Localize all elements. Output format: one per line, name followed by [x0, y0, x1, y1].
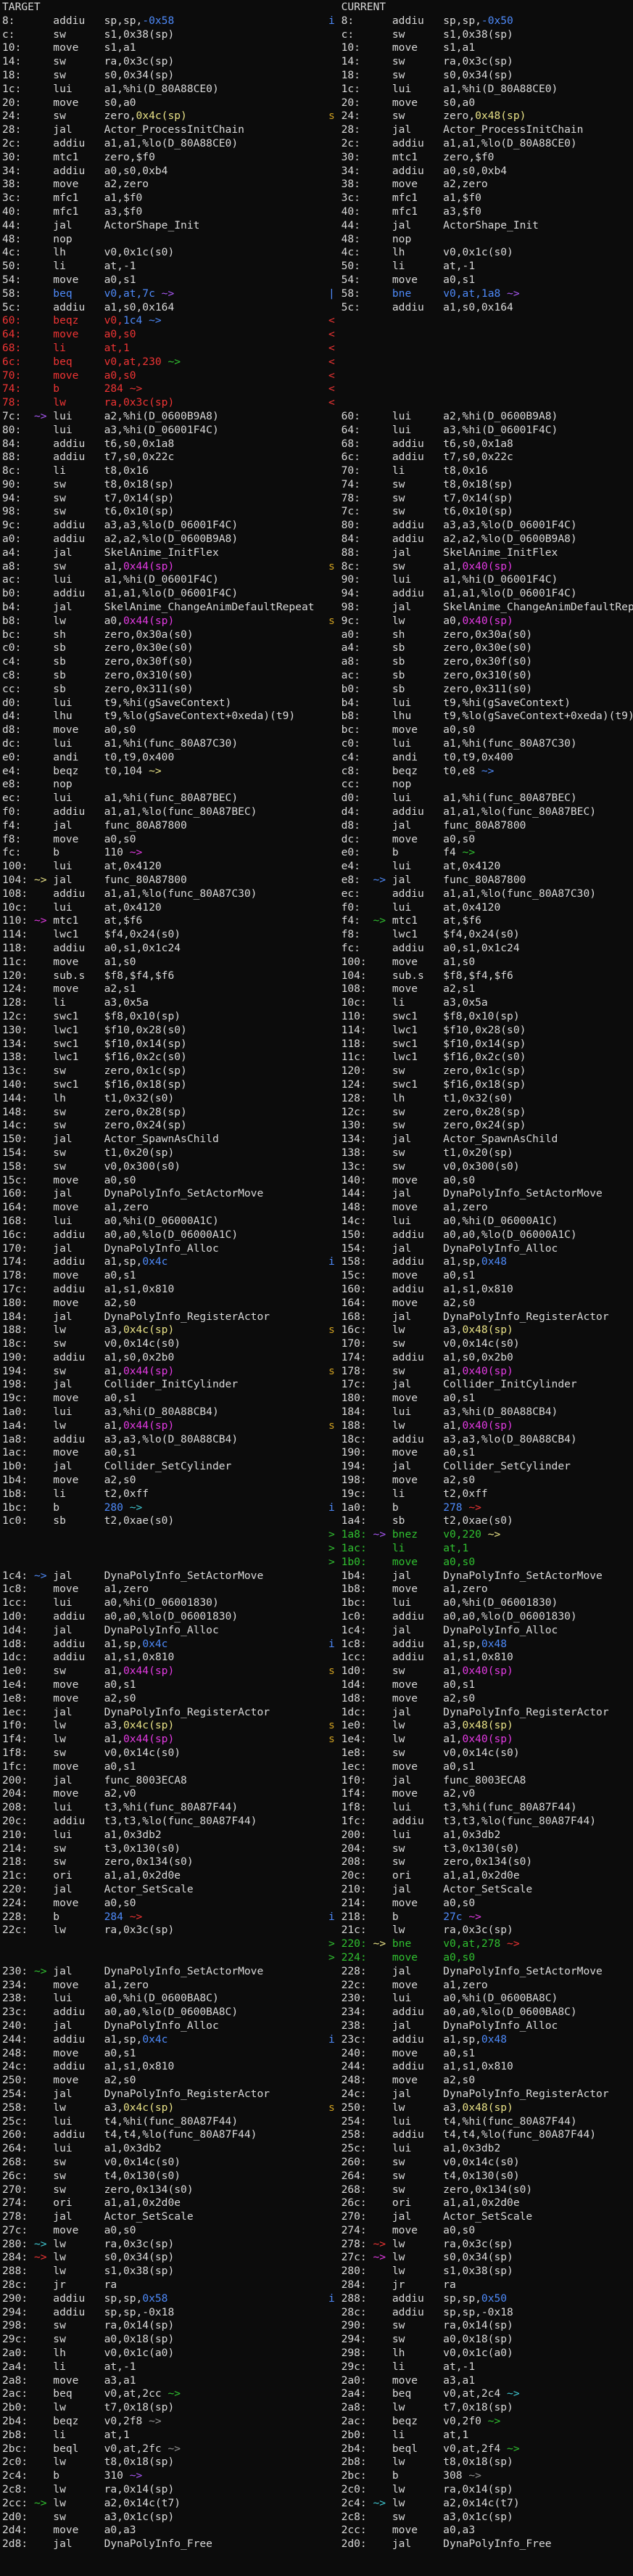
current-pane: CURRENT i 8: addiu sp,sp,-0x50 c: sw s1,…: [316, 1, 633, 2551]
target-pane: TARGET 8: addiu sp,sp,-0x58 c: sw s1,0x3…: [0, 1, 316, 2551]
asm-diff-terminal: TARGET 8: addiu sp,sp,-0x58 c: sw s1,0x3…: [0, 0, 633, 2551]
